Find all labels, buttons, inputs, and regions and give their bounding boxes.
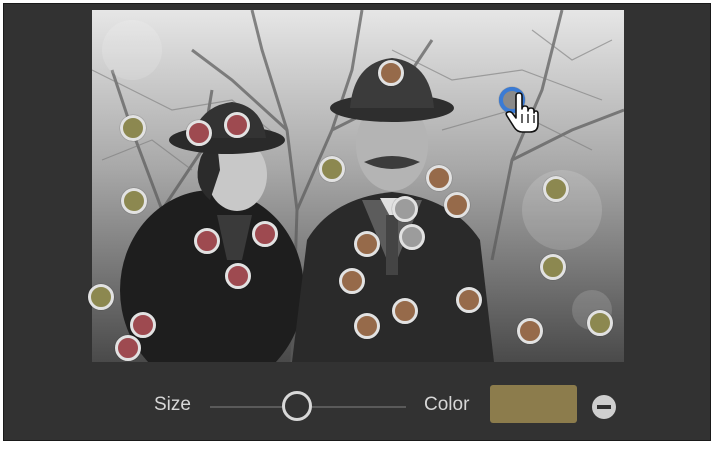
color-pin[interactable] (224, 112, 250, 138)
color-pin[interactable] (115, 335, 141, 361)
color-swatch[interactable] (490, 385, 577, 423)
color-pin[interactable] (354, 313, 380, 339)
color-pin[interactable] (444, 192, 470, 218)
color-pin[interactable] (130, 312, 156, 338)
color-pin[interactable] (120, 115, 146, 141)
color-pin[interactable] (252, 221, 278, 247)
color-pin[interactable] (194, 228, 220, 254)
colorize-panel: Size Color (3, 3, 711, 441)
color-pin[interactable] (88, 284, 114, 310)
color-pin[interactable] (354, 231, 380, 257)
color-pin[interactable] (543, 176, 569, 202)
color-pin[interactable] (392, 298, 418, 324)
color-pin[interactable] (121, 188, 147, 214)
color-pin[interactable] (426, 165, 452, 191)
color-pin[interactable] (392, 196, 418, 222)
color-pin[interactable] (540, 254, 566, 280)
size-label: Size (154, 394, 191, 415)
color-pin[interactable] (399, 224, 425, 250)
color-pin[interactable] (517, 318, 543, 344)
color-label: Color (424, 394, 470, 415)
color-pin[interactable] (339, 268, 365, 294)
color-pin[interactable] (587, 310, 613, 336)
color-pin[interactable] (378, 60, 404, 86)
color-pin[interactable] (319, 156, 345, 182)
color-pin[interactable] (225, 263, 251, 289)
minus-circle-icon[interactable] (592, 395, 616, 419)
active-color-pin[interactable] (499, 87, 525, 113)
pin-controls: Size Color (4, 374, 712, 434)
color-pin[interactable] (456, 287, 482, 313)
size-slider-thumb[interactable] (282, 391, 312, 421)
color-pin[interactable] (186, 120, 212, 146)
